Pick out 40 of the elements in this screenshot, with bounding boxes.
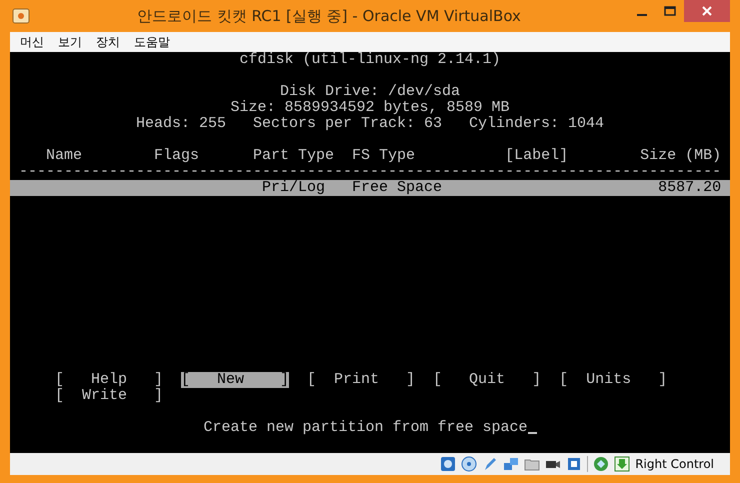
table-cell-text: Pri/Log	[261, 180, 326, 196]
chip-icon[interactable]	[566, 456, 582, 472]
pen-icon[interactable]	[482, 456, 498, 472]
menu-button[interactable]: [ Write ]	[55, 388, 164, 404]
disk-info: Heads: 255 Sectors per Track: 63 Cylinders: 1044	[136, 116, 604, 132]
minimize-icon	[637, 14, 647, 16]
cd-icon[interactable]	[461, 456, 478, 472]
network-icon[interactable]	[503, 456, 520, 472]
mouse-integration-icon[interactable]	[593, 456, 610, 472]
menu-item[interactable]: 머신	[14, 34, 50, 50]
host-key-label: Right Control	[635, 457, 714, 471]
table-rule: ------------------------------------------------------------------------------	[18, 164, 722, 180]
window-title: 안드로이드 킷캣 RC1 [실행 중] - Oracle VM VirtualBox	[136, 6, 522, 26]
column-header: Part Type	[253, 148, 336, 164]
table-cell-text: 8587.20	[657, 180, 722, 196]
close-icon	[701, 5, 713, 17]
disk-info: Disk Drive: /dev/sda	[280, 84, 460, 100]
app-icon	[12, 8, 30, 24]
menu-button[interactable]: [ Quit ]	[433, 372, 542, 388]
program-title: cfdisk (util-linux-ng 2.14.1)	[239, 52, 501, 68]
disk-info: Size: 8589934592 bytes, 8589 MB	[230, 100, 510, 116]
text-cursor	[528, 432, 537, 434]
column-header: Name	[46, 148, 84, 164]
close-button[interactable]	[684, 0, 730, 22]
menu-item[interactable]: 장치	[90, 34, 126, 50]
column-header: FS Type	[352, 148, 416, 164]
menu-button[interactable]: [ Print ]	[307, 372, 416, 388]
down-arrow-icon[interactable]	[614, 456, 630, 472]
column-header: Size (MB)	[640, 148, 722, 164]
table-cell-text: Free Space	[352, 180, 444, 196]
maximize-icon	[664, 6, 676, 16]
menu-button[interactable]: [ Help ]	[55, 372, 164, 388]
partition-row[interactable]: Pri/Log Free Space 8587.20	[10, 180, 730, 196]
column-header: Flags	[154, 148, 200, 164]
menu-item[interactable]: 도움말	[128, 34, 176, 50]
menu-button[interactable]: [ New ]	[181, 372, 290, 388]
menu-item[interactable]: 보기	[52, 34, 88, 50]
menu-button[interactable]: [ Units ]	[559, 372, 668, 388]
column-header: [Label]	[505, 148, 570, 164]
status-message: Create new partition from free space	[203, 420, 528, 436]
